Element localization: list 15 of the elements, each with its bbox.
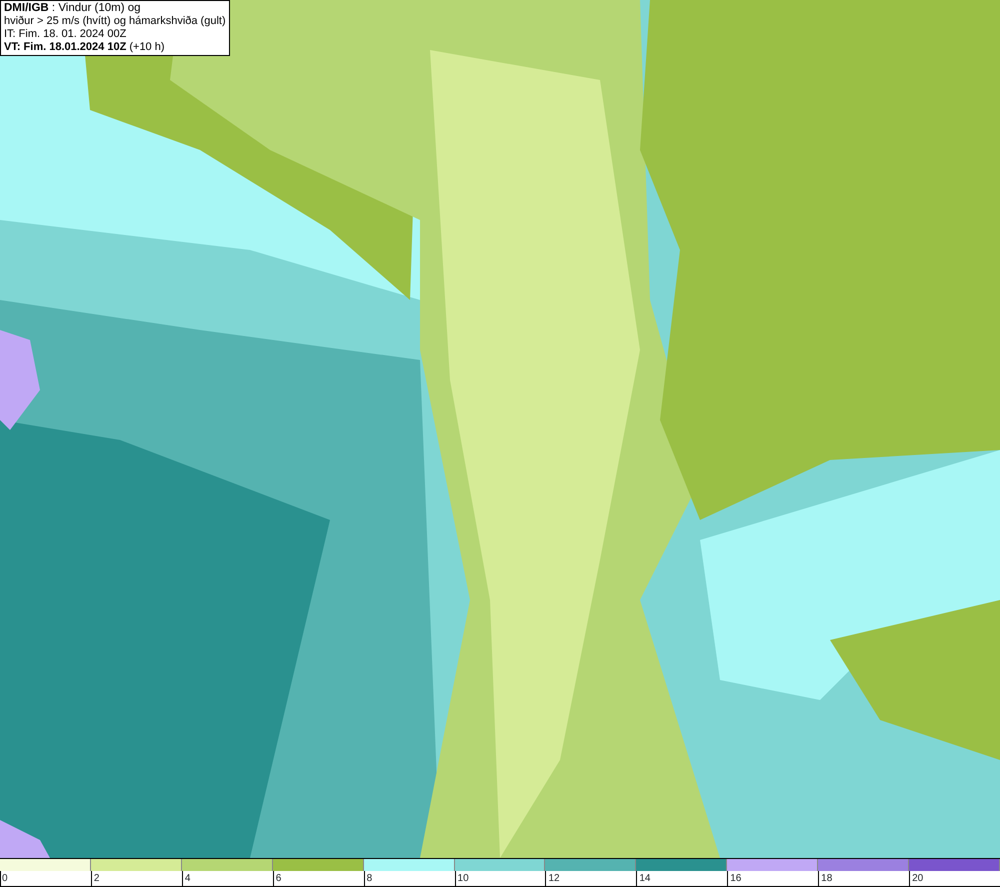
legend-label: 12	[548, 873, 560, 884]
info-text: IT: Fim. 18. 01. 2024 00Z	[4, 28, 128, 41]
legend-label: 6	[276, 873, 282, 884]
info-text: hviður > 25 m/s (hvítt) og hámarkshviða (gult)	[4, 15, 226, 28]
info-text: DMI/IGB : Vindur (10m) og	[4, 2, 142, 15]
legend-label: 8	[366, 873, 372, 884]
legend-label: 2	[94, 873, 100, 884]
legend-label: 0	[2, 873, 8, 884]
legend-label: 16	[730, 873, 742, 884]
info-text: VT: Fim. 18.01.2024 10Z (+10 h)	[4, 41, 166, 54]
legend-label: 10	[458, 873, 469, 884]
legend-label: 18	[821, 873, 832, 884]
legend-label: 14	[639, 873, 650, 884]
legend-label: 4	[184, 873, 190, 884]
legend-label: 20	[912, 873, 924, 884]
